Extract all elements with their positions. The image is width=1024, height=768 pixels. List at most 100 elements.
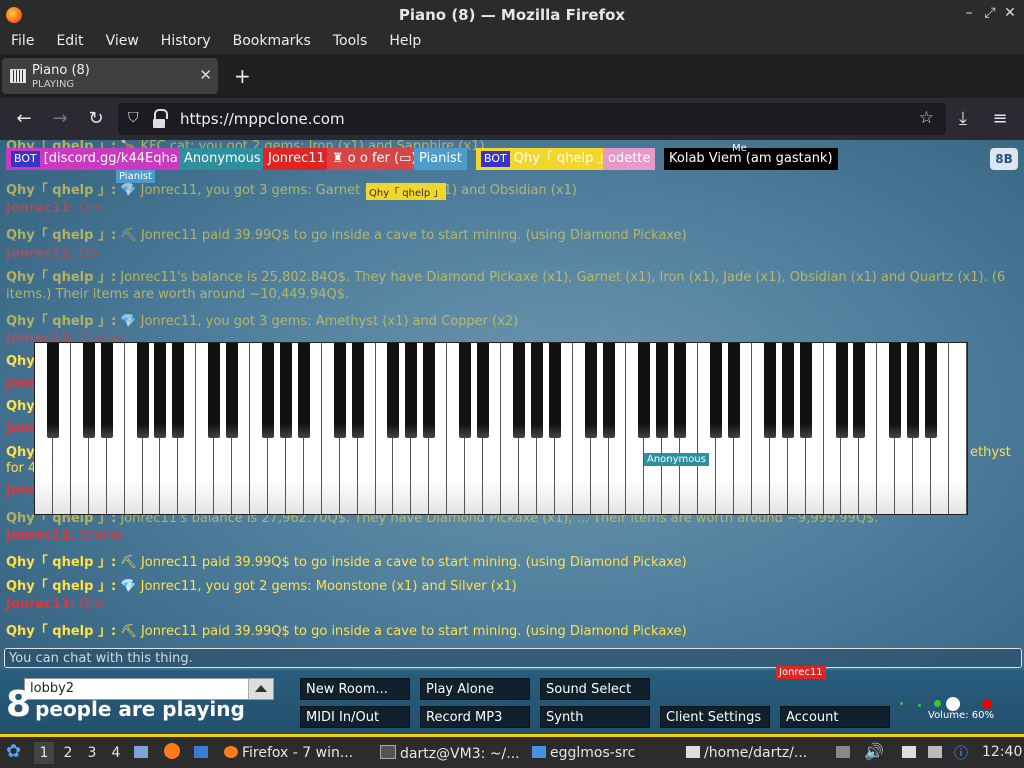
workspace-4[interactable]: 4 <box>106 742 126 764</box>
black-key[interactable] <box>208 343 221 438</box>
url-bar[interactable]: ⛉ https://mppclone.com ☆ <box>118 103 946 135</box>
black-key[interactable] <box>530 343 543 438</box>
black-key[interactable] <box>226 343 239 438</box>
shield-icon[interactable]: ⛉ <box>128 110 139 126</box>
workspace-1[interactable]: 1 <box>34 742 54 764</box>
black-key[interactable] <box>602 343 615 438</box>
black-key[interactable] <box>154 343 167 438</box>
close-window-button[interactable]: ✕ <box>1001 5 1019 21</box>
close-tab-icon[interactable]: ✕ <box>199 66 212 84</box>
new-tab-button[interactable]: + <box>234 66 251 86</box>
black-key[interactable] <box>387 343 400 438</box>
menu-help[interactable]: Help <box>378 30 432 54</box>
taskbar-home[interactable]: /home/dartz/... <box>686 745 807 761</box>
speaker-icon[interactable]: 🔊 <box>864 742 884 761</box>
black-key[interactable] <box>477 343 490 438</box>
workspace-2[interactable]: 2 <box>58 742 78 764</box>
black-key[interactable] <box>889 343 902 438</box>
black-key[interactable] <box>46 343 59 438</box>
black-key[interactable] <box>279 343 292 438</box>
files-launcher-icon[interactable] <box>134 745 152 761</box>
menu-bookmarks[interactable]: Bookmarks <box>222 30 322 54</box>
black-key[interactable] <box>638 343 651 438</box>
record-mp3-button[interactable]: Record MP3 <box>420 706 530 728</box>
black-key[interactable] <box>82 343 95 438</box>
workspace-3[interactable]: 3 <box>82 742 102 764</box>
black-key[interactable] <box>100 343 113 438</box>
tab-piano[interactable]: Piano (8) PLAYING ✕ <box>2 58 218 94</box>
piano-keyboard[interactable] <box>34 342 968 515</box>
user-kolab-viem[interactable]: Kolab Viem (am gastank) <box>664 148 838 170</box>
black-key[interactable] <box>853 343 866 438</box>
hamburger-menu-icon[interactable]: ≡ <box>989 108 1011 129</box>
menu-file[interactable]: File <box>0 30 45 54</box>
tray-icon[interactable] <box>836 745 854 761</box>
user-qhy-bot[interactable]: BOT Qhy「 qhelp 」 <box>476 148 616 170</box>
menu-tools[interactable]: Tools <box>322 30 379 54</box>
sound-select-button[interactable]: Sound Select <box>540 678 650 700</box>
black-key[interactable] <box>925 343 938 438</box>
chat-input[interactable]: You can chat with this thing. <box>4 648 1022 668</box>
forward-button[interactable]: → <box>49 108 71 129</box>
black-key[interactable] <box>459 343 472 438</box>
black-key[interactable] <box>763 343 776 438</box>
black-key[interactable] <box>136 343 149 438</box>
bookmark-star-icon[interactable]: ☆ <box>919 108 934 128</box>
user-odette[interactable]: odette <box>603 148 656 170</box>
black-key[interactable] <box>172 343 185 438</box>
midi-button[interactable]: MIDI In/Out <box>300 706 410 728</box>
black-key[interactable] <box>548 343 561 438</box>
room-settings-button[interactable]: 8B <box>990 148 1018 170</box>
user-pianist[interactable]: Pianist <box>414 148 467 170</box>
url-text[interactable]: https://mppclone.com <box>180 110 345 128</box>
black-key[interactable] <box>262 343 274 438</box>
restore-button[interactable]: ⤢ <box>981 5 999 21</box>
info-icon[interactable]: ⓘ <box>954 743 968 763</box>
client-settings-button[interactable]: Client Settings <box>660 706 770 728</box>
menu-edit[interactable]: Edit <box>45 30 94 54</box>
me-label: Me <box>732 143 747 154</box>
menu-view[interactable]: View <box>95 30 150 54</box>
black-key[interactable] <box>674 343 687 438</box>
black-key[interactable] <box>351 343 364 438</box>
black-key[interactable] <box>907 343 920 438</box>
download-icon[interactable]: ⤓ <box>952 108 974 129</box>
black-key[interactable] <box>728 343 740 438</box>
user-fer[interactable]: ♜ o o fer (▭) <box>327 148 422 170</box>
user-anonymous[interactable]: Anonymous <box>179 148 266 170</box>
synth-button[interactable]: Synth <box>540 706 650 728</box>
black-key[interactable] <box>512 343 525 438</box>
white-key[interactable] <box>949 343 967 514</box>
new-room-button[interactable]: New Room... <box>300 678 410 700</box>
back-button[interactable]: ← <box>13 108 35 129</box>
firefox-launcher-icon[interactable] <box>164 743 184 762</box>
display-icon[interactable] <box>928 745 946 761</box>
taskbar-firefox[interactable]: Firefox - 7 win... <box>224 745 353 761</box>
black-key[interactable] <box>405 343 418 438</box>
clipboard-icon[interactable] <box>902 745 920 761</box>
black-key[interactable] <box>799 343 812 438</box>
volume-knob[interactable] <box>946 697 960 711</box>
reload-button[interactable]: ↻ <box>85 108 107 129</box>
minimize-button[interactable]: – <box>960 5 978 21</box>
black-key[interactable] <box>333 343 346 438</box>
user-jonrec11[interactable]: Jonrec11 <box>263 148 330 170</box>
start-menu-icon[interactable]: ✿ <box>6 741 21 762</box>
play-alone-button[interactable]: Play Alone <box>420 678 530 700</box>
black-key[interactable] <box>835 343 848 438</box>
black-key[interactable] <box>423 343 436 438</box>
account-button[interactable]: Account <box>780 706 890 728</box>
room-dropdown-arrow-icon[interactable] <box>248 679 273 699</box>
black-key[interactable] <box>781 343 794 438</box>
black-key[interactable] <box>584 343 597 438</box>
black-key[interactable] <box>297 343 310 438</box>
taskbar-terminal[interactable]: dartz@VM3: ~/... <box>380 745 520 762</box>
window-launcher-icon[interactable] <box>194 745 212 761</box>
black-key[interactable] <box>710 343 723 438</box>
black-key[interactable] <box>656 343 669 438</box>
folder-icon <box>532 746 546 758</box>
menu-history[interactable]: History <box>150 30 222 54</box>
lock-icon[interactable] <box>153 109 168 128</box>
user-discord-bot[interactable]: BOT [discord.gg/k44Eqha] <box>6 148 188 170</box>
taskbar-folder[interactable]: egglmos-src <box>532 745 635 761</box>
